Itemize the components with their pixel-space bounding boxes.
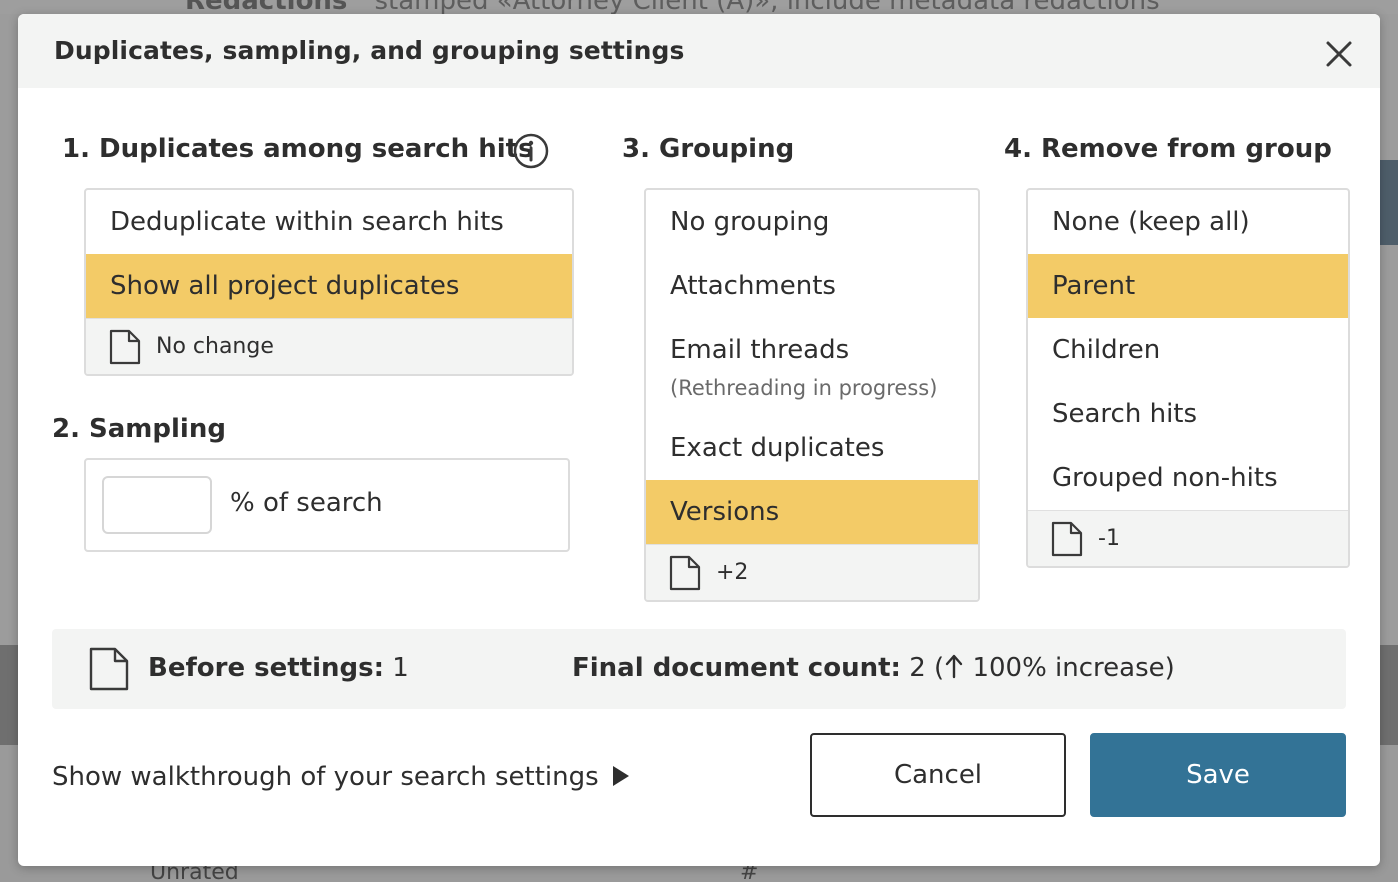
- option-email-threads[interactable]: Email threads (Rethreading in progress): [646, 318, 978, 416]
- option-show-all-project-duplicates[interactable]: Show all project duplicates: [86, 254, 572, 318]
- section-sampling-title: 2. Sampling: [52, 414, 226, 444]
- final-document-count: Final document count: 2 ( 100% increase): [572, 653, 1175, 683]
- option-deduplicate-within-hits[interactable]: Deduplicate within search hits: [86, 190, 572, 254]
- document-icon: [109, 329, 141, 364]
- grouping-footer-text: +2: [716, 560, 749, 585]
- option-grouped-non-hits[interactable]: Grouped non-hits: [1028, 446, 1348, 510]
- duplicates-footer-text: No change: [156, 334, 274, 359]
- option-none-keep-all[interactable]: None (keep all): [1028, 190, 1348, 254]
- walkthrough-label: Show walkthrough of your search settings: [52, 762, 599, 792]
- sampling-percent-label: % of search: [230, 488, 383, 518]
- option-email-threads-note: (Rethreading in progress): [670, 376, 938, 400]
- final-change-open: (: [934, 653, 945, 683]
- save-button[interactable]: Save: [1090, 733, 1346, 817]
- final-change-text: 100% increase): [972, 653, 1175, 683]
- grouping-options: No grouping Attachments Email threads (R…: [644, 188, 980, 602]
- section-duplicates-title: 1. Duplicates among search hits: [62, 134, 534, 164]
- cancel-button[interactable]: Cancel: [810, 733, 1066, 817]
- before-settings-count: Before settings: 1: [148, 653, 409, 683]
- walkthrough-link[interactable]: Show walkthrough of your search settings: [52, 762, 629, 792]
- section-remove-from-group-title: 4. Remove from group: [1004, 134, 1332, 164]
- before-settings-label: Before settings:: [148, 653, 385, 683]
- option-attachments[interactable]: Attachments: [646, 254, 978, 318]
- option-search-hits[interactable]: Search hits: [1028, 382, 1348, 446]
- play-triangle-icon: [612, 766, 629, 786]
- section-grouping-title: 3. Grouping: [622, 134, 795, 164]
- option-email-threads-label: Email threads: [670, 335, 850, 365]
- option-parent[interactable]: Parent: [1028, 254, 1348, 318]
- summary-bar: Before settings: 1 Final document count:…: [52, 629, 1346, 709]
- before-settings-value: 1: [392, 653, 409, 683]
- option-versions[interactable]: Versions: [646, 480, 978, 544]
- dialog-header: Duplicates, sampling, and grouping setti…: [18, 14, 1380, 88]
- grouping-footer: +2: [646, 544, 978, 600]
- option-children[interactable]: Children: [1028, 318, 1348, 382]
- remove-footer-text: -1: [1098, 526, 1120, 551]
- duplicates-footer: No change: [86, 318, 572, 374]
- remove-from-group-options: None (keep all) Parent Children Search h…: [1026, 188, 1350, 568]
- document-icon: [89, 647, 129, 691]
- settings-dialog: Duplicates, sampling, and grouping setti…: [18, 14, 1380, 866]
- final-count-label: Final document count:: [572, 653, 901, 683]
- final-count-value: 2: [909, 653, 926, 683]
- sampling-percent-input[interactable]: [102, 476, 212, 534]
- document-icon: [1051, 521, 1083, 556]
- duplicates-options: Deduplicate within search hits Show all …: [84, 188, 574, 376]
- document-icon: [669, 555, 701, 590]
- sampling-box: % of search: [84, 458, 570, 552]
- remove-footer: -1: [1028, 510, 1348, 566]
- background-side-block: [1378, 160, 1398, 245]
- close-icon[interactable]: [1324, 39, 1354, 69]
- option-no-grouping[interactable]: No grouping: [646, 190, 978, 254]
- info-icon[interactable]: [512, 132, 550, 170]
- arrow-up-icon: [945, 654, 963, 679]
- option-exact-duplicates[interactable]: Exact duplicates: [646, 416, 978, 480]
- dialog-title: Duplicates, sampling, and grouping setti…: [54, 36, 685, 65]
